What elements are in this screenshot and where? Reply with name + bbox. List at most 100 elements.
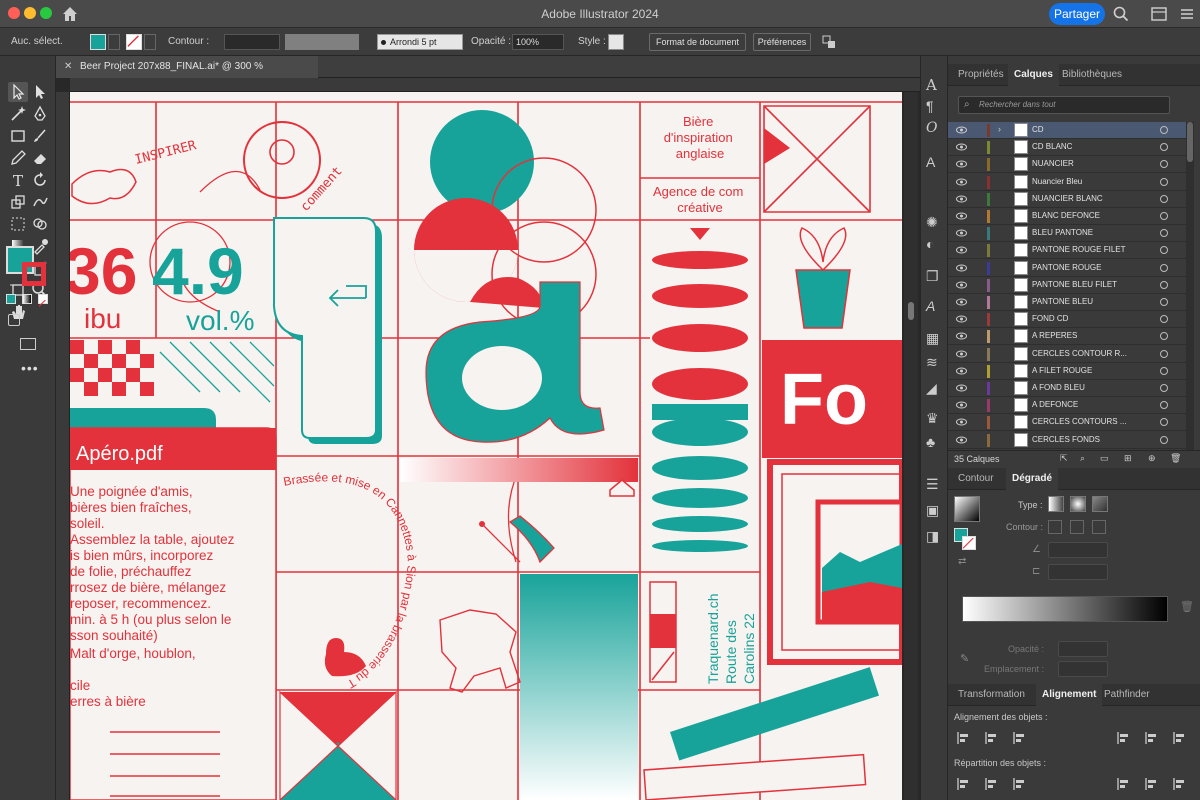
eye-icon[interactable] xyxy=(956,264,967,272)
eye-icon[interactable] xyxy=(956,195,967,203)
search-layers-icon[interactable]: ⌕ xyxy=(1080,453,1085,464)
horizontal-ruler[interactable] xyxy=(70,78,920,92)
opacity-field[interactable]: 100% xyxy=(512,34,564,50)
gradient-mode-icon[interactable] xyxy=(22,294,32,304)
layer-row[interactable]: A FILET ROUGE xyxy=(948,363,1186,380)
pencil-tool-icon[interactable] xyxy=(8,148,28,168)
align-left-icon[interactable] xyxy=(956,730,972,746)
fill-dropdown[interactable] xyxy=(108,34,120,50)
vertical-ruler[interactable] xyxy=(56,92,70,800)
target-icon[interactable] xyxy=(1160,418,1168,427)
gradient-panel-icon[interactable]: ◢ xyxy=(926,380,944,398)
layer-row[interactable]: CERCLES CONTOUR R... xyxy=(948,346,1186,363)
tab-properties[interactable]: Propriétés xyxy=(952,64,1010,86)
layer-row[interactable]: › CD xyxy=(948,122,1186,139)
type-tool-icon[interactable]: T xyxy=(8,170,28,190)
distribute-hcenter-icon[interactable] xyxy=(1144,776,1160,792)
shape-builder-tool-icon[interactable] xyxy=(30,214,50,234)
stroke-weight-field[interactable] xyxy=(224,34,280,50)
layer-row[interactable]: CD BLANC xyxy=(948,139,1186,157)
scrollbar-thumb[interactable] xyxy=(908,302,914,320)
close-tab-icon[interactable]: ✕ xyxy=(64,56,72,78)
opentype-panel-icon[interactable]: O xyxy=(926,120,944,138)
layer-row[interactable]: PANTONE ROUGE xyxy=(948,260,1186,277)
linear-gradient-button[interactable] xyxy=(1048,496,1064,512)
distribute-bottom-icon[interactable] xyxy=(1012,776,1028,792)
tab-layers[interactable]: Calques xyxy=(1008,64,1059,86)
layers-stack-icon[interactable]: ❐ xyxy=(926,268,944,286)
reverse-gradient-icon[interactable]: ⇄ xyxy=(958,556,966,567)
eye-icon[interactable] xyxy=(956,384,967,392)
distribute-right-icon[interactable] xyxy=(1172,776,1188,792)
gradient-location-field[interactable] xyxy=(1058,661,1108,677)
variable-width-field[interactable] xyxy=(285,34,359,50)
tab-transform[interactable]: Transformation xyxy=(952,684,1031,706)
trash-icon[interactable]: 🗑 xyxy=(1170,453,1181,464)
arrange-icon[interactable] xyxy=(822,35,836,49)
gradient-stroke-chip[interactable] xyxy=(962,536,976,550)
target-icon[interactable] xyxy=(1160,349,1168,358)
target-icon[interactable] xyxy=(1160,401,1168,410)
eye-icon[interactable] xyxy=(956,126,967,134)
appearance-panel-icon[interactable]: ◐ xyxy=(926,236,944,254)
paintbrush-tool-icon[interactable] xyxy=(30,126,50,146)
target-icon[interactable] xyxy=(1160,315,1168,324)
target-icon[interactable] xyxy=(1160,160,1168,169)
gradient-slider[interactable] xyxy=(962,596,1168,622)
align-vcenter-icon[interactable] xyxy=(1144,730,1160,746)
layers-scrollbar[interactable] xyxy=(1186,122,1194,450)
swatches-panel-icon[interactable]: ▦ xyxy=(926,330,944,348)
glyphs-panel-icon[interactable]: A xyxy=(926,154,944,172)
radial-gradient-button[interactable] xyxy=(1070,496,1086,512)
eye-icon[interactable] xyxy=(956,246,967,254)
layer-row[interactable]: NUANCIER BLANC xyxy=(948,191,1186,208)
style-swatch[interactable] xyxy=(608,34,624,50)
eye-icon[interactable] xyxy=(956,418,967,426)
type-panel-icon[interactable]: A xyxy=(926,298,944,316)
more-tools-icon[interactable]: ••• xyxy=(21,360,39,376)
eye-icon[interactable] xyxy=(956,298,967,306)
tab-libraries[interactable]: Bibliothèques xyxy=(1056,64,1128,86)
document-scrollbar[interactable] xyxy=(904,92,918,800)
target-icon[interactable] xyxy=(1160,384,1168,392)
tab-align[interactable]: Alignement xyxy=(1036,684,1103,706)
layer-row[interactable]: FOND CD xyxy=(948,311,1186,329)
target-icon[interactable] xyxy=(1160,126,1168,134)
eye-icon[interactable] xyxy=(956,281,967,289)
magic-wand-tool-icon[interactable] xyxy=(8,104,28,124)
target-icon[interactable] xyxy=(1160,366,1168,375)
export-icon[interactable]: ⇱ xyxy=(1060,453,1068,464)
share-button[interactable]: Partager xyxy=(1049,3,1105,25)
color-mode-icon[interactable] xyxy=(6,294,16,304)
eye-icon[interactable] xyxy=(956,350,967,358)
target-icon[interactable] xyxy=(1160,332,1168,341)
stroke-gradient-btn-2[interactable] xyxy=(1070,520,1084,534)
align-top-icon[interactable] xyxy=(1116,730,1132,746)
symbols-panel-icon[interactable]: ✺ xyxy=(926,214,944,232)
target-icon[interactable] xyxy=(1160,229,1168,238)
eye-icon[interactable] xyxy=(956,178,967,186)
expand-arrow-icon[interactable]: › xyxy=(998,124,1001,134)
layer-row[interactable]: Nuancier Bleu xyxy=(948,174,1186,191)
eye-icon[interactable] xyxy=(956,332,967,340)
brush-field[interactable]: Arrondi 5 pt xyxy=(377,34,463,50)
gradient-preview-swatch[interactable] xyxy=(954,496,980,522)
tab-pathfinder[interactable]: Pathfinder xyxy=(1098,684,1156,706)
stroke-panel-icon[interactable]: ☰ xyxy=(926,476,944,494)
freeform-gradient-button[interactable] xyxy=(1092,496,1108,512)
puppet-icon[interactable]: ♛ xyxy=(926,410,944,428)
target-icon[interactable] xyxy=(1160,298,1168,306)
none-mode-icon[interactable] xyxy=(38,294,48,307)
preferences-button[interactable]: Préférences xyxy=(753,33,811,51)
layer-row[interactable]: CERCLES CONTOURS ... xyxy=(948,414,1186,432)
rotate-tool-icon[interactable] xyxy=(30,170,50,190)
brushes-panel-icon[interactable]: ≋ xyxy=(926,354,944,372)
target-icon[interactable] xyxy=(1160,212,1168,220)
target-icon[interactable] xyxy=(1160,194,1168,203)
document-tab[interactable]: ✕ Beer Project 207x88_FINAL.ai* @ 300 % … xyxy=(56,56,318,94)
layer-row[interactable]: CERCLES FONDS xyxy=(948,432,1186,449)
new-layer-icon[interactable]: ⊕ xyxy=(1148,453,1156,464)
layer-row[interactable]: A DEFONCE xyxy=(948,397,1186,415)
club-icon[interactable]: ♣ xyxy=(926,434,944,452)
warp-tool-icon[interactable] xyxy=(30,192,50,212)
